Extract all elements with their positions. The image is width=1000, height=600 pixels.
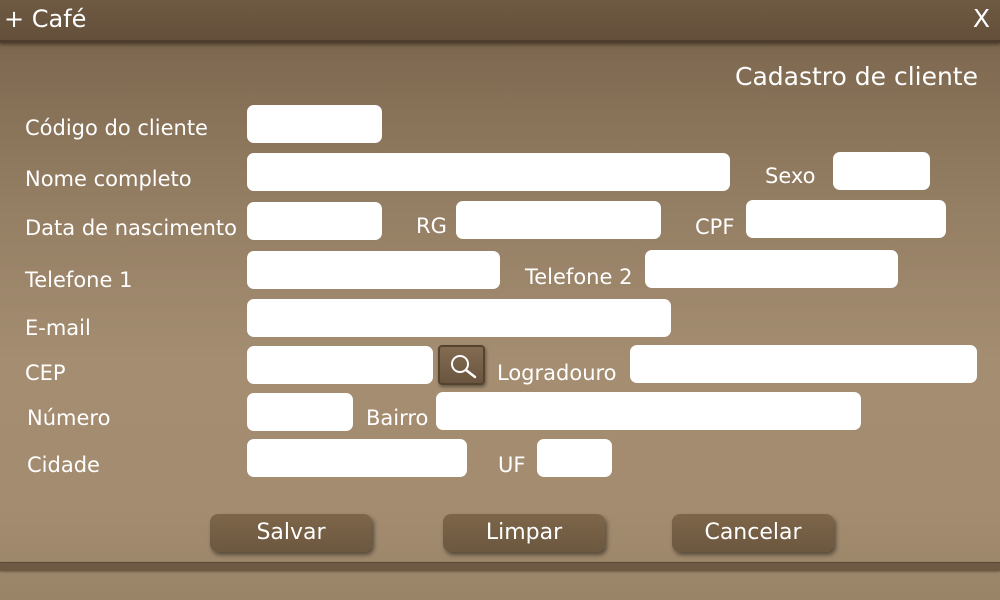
cpf-label: CPF (695, 215, 735, 239)
phone-1-label: Telefone 1 (25, 268, 133, 292)
customer-registration-window: + Café X Cadastro de cliente Código do c… (0, 0, 1000, 600)
close-button[interactable]: X (973, 5, 990, 33)
birth-date-label: Data de nascimento (25, 216, 238, 240)
number-field[interactable] (247, 393, 353, 431)
number-label: Número (27, 406, 111, 430)
save-button[interactable]: Salvar (210, 514, 372, 552)
full-name-label: Nome completo (25, 167, 192, 191)
customer-code-label: Código do cliente (25, 116, 208, 140)
birth-date-field[interactable] (247, 202, 382, 240)
rg-field[interactable] (456, 201, 661, 239)
cancel-button[interactable]: Cancelar (672, 514, 834, 552)
street-label: Logradouro (497, 361, 617, 385)
city-label: Cidade (27, 453, 100, 477)
rg-label: RG (416, 214, 447, 238)
city-field[interactable] (247, 439, 467, 477)
full-name-field[interactable] (247, 153, 730, 191)
title-bar: + Café X (0, 0, 1000, 43)
state-field[interactable] (537, 439, 612, 477)
phone-2-field[interactable] (645, 250, 898, 288)
cep-field[interactable] (247, 346, 433, 384)
clear-button[interactable]: Limpar (443, 514, 605, 552)
gender-field[interactable] (833, 152, 930, 190)
phone-1-field[interactable] (247, 251, 500, 289)
cep-search-button[interactable] (438, 345, 485, 385)
magnifier-icon (451, 355, 477, 379)
footer-bar (0, 562, 1000, 571)
state-label: UF (498, 453, 526, 477)
email-label: E-mail (25, 316, 91, 340)
cep-label: CEP (25, 361, 66, 385)
app-title: + Café (4, 5, 87, 33)
phone-2-label: Telefone 2 (525, 265, 633, 289)
street-field[interactable] (630, 345, 977, 383)
customer-code-field[interactable] (247, 105, 382, 143)
neighborhood-label: Bairro (366, 406, 429, 430)
form-title: Cadastro de cliente (734, 62, 978, 91)
cpf-field[interactable] (746, 200, 946, 238)
gender-label: Sexo (765, 164, 816, 188)
neighborhood-field[interactable] (436, 392, 861, 430)
email-field[interactable] (247, 299, 671, 337)
